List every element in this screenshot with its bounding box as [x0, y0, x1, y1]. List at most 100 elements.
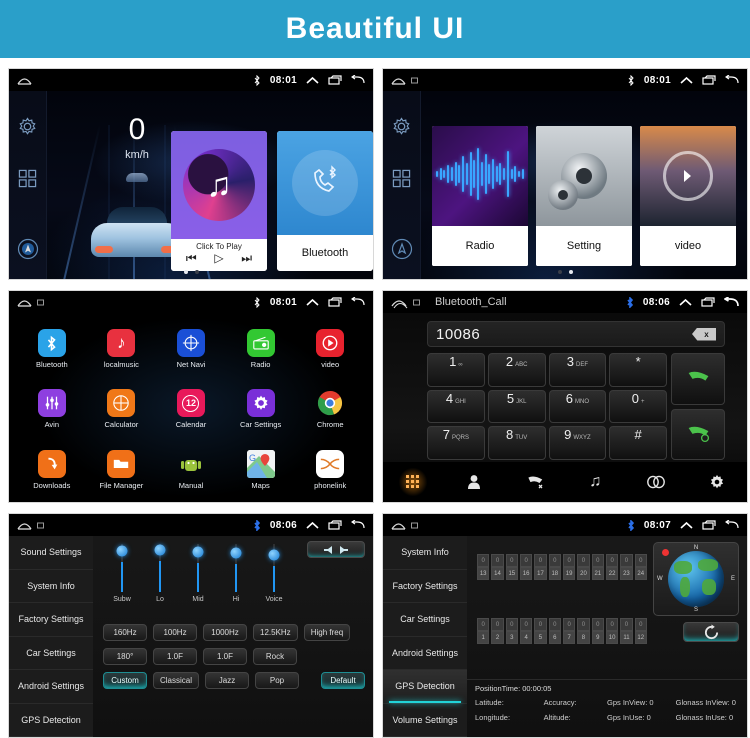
gear-icon[interactable]: [702, 468, 732, 496]
key-6[interactable]: 6 MNO: [548, 389, 607, 424]
slider-subw[interactable]: Subw: [103, 544, 141, 616]
person-icon[interactable]: [459, 468, 489, 496]
app-radio[interactable]: Radio: [226, 319, 296, 379]
key-hash[interactable]: #: [609, 426, 667, 460]
screen-dialer[interactable]: Bluetooth_Call 08:06 10086 x 1 ∞ 2 ABC 3…: [382, 290, 748, 503]
home-icon[interactable]: [391, 75, 406, 86]
play-icon[interactable]: ▷: [214, 252, 223, 264]
preset-button-classical[interactable]: Classical: [153, 672, 200, 689]
param-button-rock[interactable]: Rock: [253, 648, 297, 665]
key-5[interactable]: 5 JKL: [487, 389, 546, 424]
default-button[interactable]: Default: [321, 672, 365, 689]
key-star[interactable]: *: [609, 353, 667, 387]
param-button-q2[interactable]: 1.0F: [203, 648, 247, 665]
back-icon[interactable]: [351, 297, 365, 307]
app-bluetooth[interactable]: Bluetooth: [17, 319, 87, 379]
sidebar-item-android-settings[interactable]: Android Settings: [383, 637, 467, 670]
app-chrome[interactable]: Chrome: [295, 379, 365, 439]
preset-button-custom[interactable]: Custom: [103, 672, 147, 689]
balance-icon[interactable]: [307, 541, 365, 558]
home-icon[interactable]: [17, 297, 32, 308]
sidebar-item-android-settings[interactable]: Android Settings: [9, 670, 93, 704]
nav-circle-icon[interactable]: [17, 238, 39, 265]
sidebar-item-volume-settings[interactable]: Volume Settings: [383, 704, 467, 737]
dialpad-icon[interactable]: [398, 468, 429, 496]
screen-home[interactable]: 08:01 0 km/h ♫ Click To Play ⏮ ▷ ⏭ Bluet…: [8, 68, 374, 280]
chevron-up-icon[interactable]: [306, 298, 319, 307]
call-history-icon[interactable]: [520, 468, 550, 496]
music-note-icon[interactable]: ♫: [580, 468, 610, 496]
chevron-up-icon[interactable]: [680, 76, 693, 85]
sidebar-item-system-info[interactable]: System Info: [9, 570, 93, 603]
sidebar-item-gps-detection[interactable]: GPS Detection: [383, 670, 467, 704]
call-answer-icon[interactable]: [671, 353, 725, 405]
recents-icon[interactable]: [328, 297, 342, 307]
chevron-up-icon[interactable]: [680, 521, 693, 530]
recents-icon[interactable]: [701, 297, 715, 307]
preset-button-pop[interactable]: Pop: [255, 672, 300, 689]
recents-icon[interactable]: [702, 520, 716, 530]
key-7[interactable]: 7 PQRS: [427, 426, 485, 460]
app-calculator[interactable]: Calculator: [87, 379, 157, 439]
app-avin[interactable]: Avin: [17, 379, 87, 439]
widget-bluetooth[interactable]: Bluetooth: [277, 131, 373, 271]
chevron-up-icon[interactable]: [679, 298, 692, 307]
app-net-navi[interactable]: Net Navi: [156, 319, 226, 379]
app-maps[interactable]: G Maps: [226, 440, 296, 500]
gear-icon[interactable]: [392, 117, 411, 141]
grid-icon[interactable]: [392, 169, 411, 193]
app-localmusic[interactable]: ♪ localmusic: [87, 319, 157, 379]
widget-music[interactable]: ♫ Click To Play ⏮ ▷ ⏭: [171, 131, 267, 271]
refresh-icon[interactable]: [683, 622, 739, 642]
freq-button-160hz[interactable]: 160Hz: [103, 624, 147, 641]
home-icon[interactable]: [391, 520, 406, 531]
freq-button-12-5khz[interactable]: 12.5KHz: [253, 624, 298, 641]
backspace-icon[interactable]: x: [692, 327, 716, 341]
slider-voice[interactable]: Voice: [255, 544, 293, 616]
sidebar-item-car-settings[interactable]: Car Settings: [383, 603, 467, 637]
home-icon[interactable]: [17, 75, 32, 86]
sidebar-item-car-settings[interactable]: Car Settings: [9, 637, 93, 670]
freq-button-100hz[interactable]: 100Hz: [153, 624, 197, 641]
sidebar-item-system-info[interactable]: System Info: [383, 536, 467, 570]
phone-number-display[interactable]: 10086 x: [427, 321, 725, 347]
next-track-icon[interactable]: ⏭: [241, 252, 252, 264]
key-1[interactable]: 1 ∞: [427, 353, 485, 387]
sidebar-item-sound-settings[interactable]: Sound Settings: [9, 536, 93, 570]
back-icon[interactable]: [724, 296, 739, 308]
slider-lo[interactable]: Lo: [141, 544, 179, 616]
link-icon[interactable]: [641, 468, 671, 496]
page-dot[interactable]: [183, 270, 188, 274]
widget-setting[interactable]: Setting: [536, 126, 632, 266]
prev-track-icon[interactable]: ⏮: [186, 252, 197, 264]
nav-circle-icon[interactable]: [391, 238, 413, 265]
key-2[interactable]: 2 ABC: [487, 353, 546, 387]
param-button-phase[interactable]: 180°: [103, 648, 147, 665]
widget-radio[interactable]: Radio: [432, 126, 528, 266]
gear-icon[interactable]: [18, 117, 37, 141]
sidebar-item-factory-settings[interactable]: Factory Settings: [383, 570, 467, 603]
key-0[interactable]: 0 +: [609, 389, 667, 424]
chevron-up-icon[interactable]: [306, 76, 319, 85]
sidebar-item-gps-detection[interactable]: GPS Detection: [9, 704, 93, 737]
screen-apps[interactable]: 08:01 Bluetooth ♪ localmusic Net Navi Ra…: [8, 290, 374, 503]
key-8[interactable]: 8 TUV: [487, 426, 546, 460]
param-button-q1[interactable]: 1.0F: [153, 648, 197, 665]
recents-icon[interactable]: [328, 75, 342, 85]
back-icon[interactable]: [351, 520, 365, 530]
page-dot[interactable]: [194, 270, 199, 274]
app-car-settings[interactable]: Car Settings: [226, 379, 296, 439]
key-3[interactable]: 3 DEF: [548, 353, 607, 387]
call-end-icon[interactable]: [671, 408, 725, 460]
page-dot[interactable]: [568, 270, 573, 274]
app-downloads[interactable]: Downloads: [17, 440, 87, 500]
sidebar-item-factory-settings[interactable]: Factory Settings: [9, 603, 93, 637]
slider-hi[interactable]: Hi: [217, 544, 255, 616]
freq-button-high-freq[interactable]: High freq: [303, 624, 351, 641]
back-icon[interactable]: [351, 75, 365, 85]
app-phonelink[interactable]: phonelink: [295, 440, 365, 500]
key-9[interactable]: 9 WXYZ: [548, 426, 607, 460]
chevron-up-icon[interactable]: [306, 521, 319, 530]
slider-mid[interactable]: Mid: [179, 544, 217, 616]
screen-sound-settings[interactable]: 08:06 Sound Settings System Info Factory…: [8, 513, 374, 738]
